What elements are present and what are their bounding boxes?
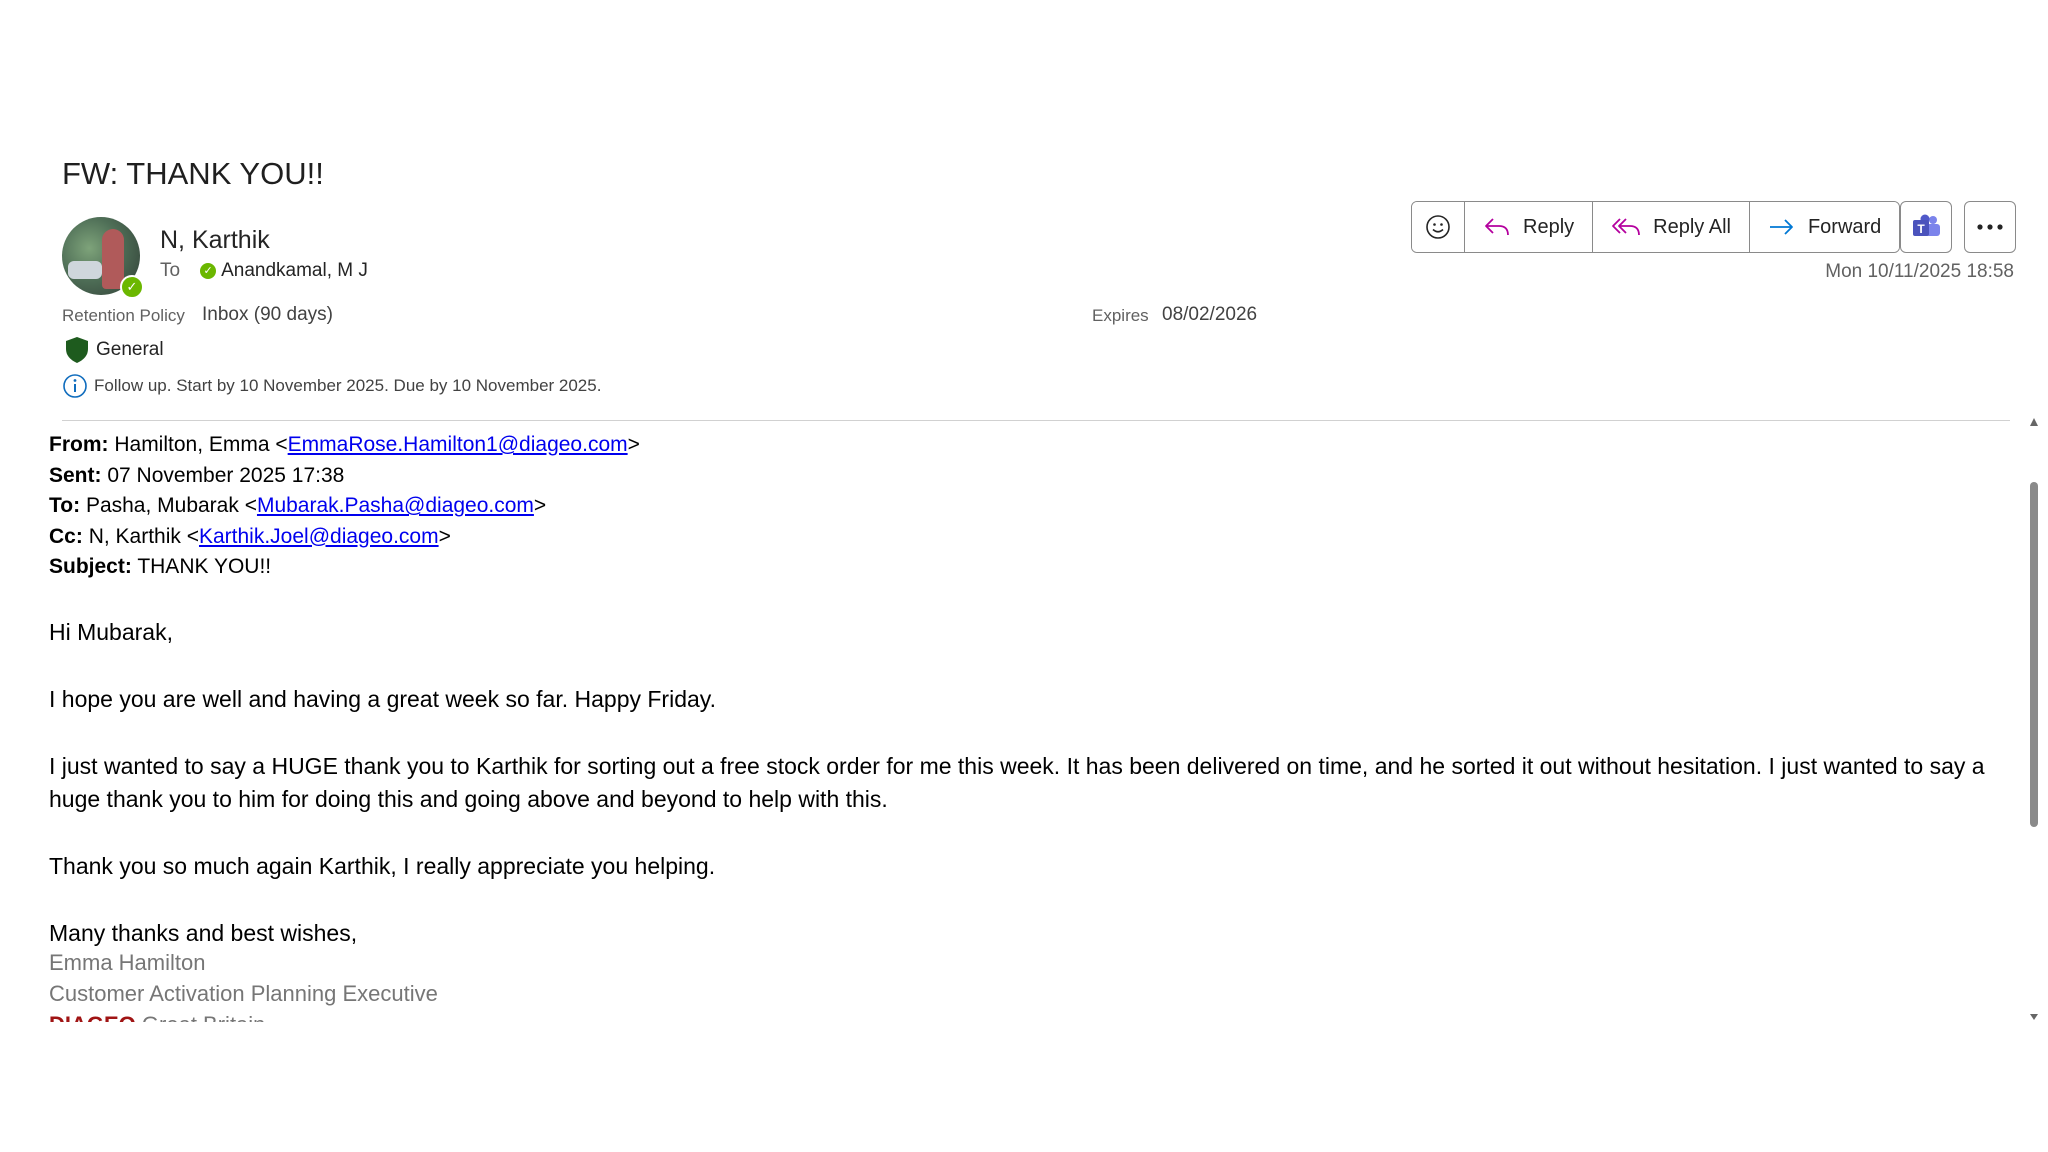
teams-share-button[interactable]: T — [1900, 201, 1952, 253]
message-subject: FW: THANK YOU!! — [62, 156, 324, 191]
retention-policy-value: Inbox (90 days) — [202, 304, 333, 325]
sent-value: 07 November 2025 17:38 — [107, 463, 345, 487]
forwarded-from: From: Hamilton, Emma <EmmaRose.Hamilton1… — [49, 430, 640, 461]
to-label: To — [160, 260, 181, 281]
forwarded-subject: Subject: THANK YOU!! — [49, 552, 640, 583]
retention-policy-label: Retention Policy — [62, 306, 185, 325]
from-name: Hamilton, Emma < — [114, 433, 288, 456]
forwarded-header: From: Hamilton, Emma <EmmaRose.Hamilton1… — [49, 430, 640, 583]
reply-label: Reply — [1523, 215, 1575, 238]
expires-label: Expires — [1092, 306, 1149, 325]
teams-icon: T — [1913, 214, 1940, 236]
to-close-bracket: > — [533, 494, 547, 517]
info-icon — [63, 374, 87, 398]
smiley-icon — [1426, 215, 1450, 239]
avatar-photo-car — [68, 261, 102, 279]
header-divider — [62, 420, 2010, 421]
forwarded-sent: Sent: 07 November 2025 17:38 — [49, 461, 640, 492]
reply-icon — [1485, 218, 1509, 236]
recipients-row: To ✓ Anandkamal, M J — [160, 260, 368, 282]
scrollbar-thumb[interactable] — [2030, 482, 2038, 827]
follow-up-text: Follow up. Start by 10 November 2025. Du… — [94, 376, 602, 395]
reply-all-button[interactable]: Reply All — [1593, 202, 1750, 252]
cc-label: Cc: — [49, 524, 83, 548]
message-body: From: Hamilton, Emma <EmmaRose.Hamilton1… — [49, 430, 2019, 1022]
message-actions-toolbar: Reply Reply All Forward — [1411, 201, 1901, 253]
from-label: From: — [49, 433, 109, 456]
sensitivity-label[interactable]: General — [64, 336, 164, 364]
forward-button[interactable]: Forward — [1749, 202, 1900, 252]
paragraph-1: I hope you are well and having a great w… — [49, 686, 716, 712]
paragraph-3: Thank you so much again Karthik, I reall… — [49, 853, 716, 879]
company-logo-text: DIAGEO — [49, 1012, 136, 1022]
sender-name[interactable]: N, Karthik — [160, 226, 270, 255]
signature-title: Customer Activation Planning Executive — [49, 981, 438, 1006]
to-field-label: To: — [49, 494, 81, 517]
sensitivity-text: General — [96, 339, 164, 360]
message-date: Mon 10/11/2025 18:58 — [1825, 261, 2014, 282]
sent-label: Sent: — [49, 463, 102, 487]
reply-button[interactable]: Reply — [1465, 202, 1594, 252]
to-name: Pasha, Mubarak < — [85, 494, 257, 517]
reply-all-label: Reply All — [1653, 215, 1731, 238]
recipient-name[interactable]: Anandkamal, M J — [221, 260, 368, 282]
follow-up-flag: Follow up. Start by 10 November 2025. Du… — [62, 373, 601, 399]
more-icon — [1977, 224, 2003, 230]
cc-name: N, Karthik < — [88, 524, 199, 548]
greeting: Hi Mubarak, — [49, 619, 173, 645]
subject-value: THANK YOU!! — [137, 555, 272, 578]
cc-close-bracket: > — [438, 524, 451, 548]
signature-region: Great Britain — [142, 1012, 266, 1022]
forwarded-cc: Cc: N, Karthik <Karthik.Joel@diageo.com> — [49, 522, 640, 553]
cc-email-link[interactable]: Karthik.Joel@diageo.com — [199, 525, 439, 548]
scroll-down-arrow-icon[interactable] — [2030, 1014, 2038, 1020]
scroll-up-arrow-icon[interactable] — [2030, 418, 2038, 426]
presence-available-icon: ✓ — [120, 275, 144, 299]
forward-icon — [1769, 219, 1793, 235]
svg-text:T: T — [1917, 222, 1925, 236]
from-close-bracket: > — [627, 433, 640, 456]
paragraph-2: I just wanted to say a HUGE thank you to… — [49, 753, 1985, 812]
reply-all-icon — [1612, 218, 1641, 236]
recipient-presence-icon: ✓ — [200, 263, 217, 279]
shield-icon — [66, 337, 88, 363]
more-actions-button[interactable] — [1964, 201, 2016, 253]
from-email-link[interactable]: EmmaRose.Hamilton1@diageo.com — [288, 433, 628, 456]
to-email-link[interactable]: Mubarak.Pasha@diageo.com — [257, 494, 534, 517]
closing-line: Many thanks and best wishes, — [49, 920, 358, 946]
expires-value: 08/02/2026 — [1162, 304, 1258, 325]
reactions-button[interactable] — [1412, 202, 1465, 252]
subject-label: Subject: — [49, 555, 132, 578]
signature-name: Emma Hamilton — [49, 950, 206, 975]
signature-company: DIAGEO Great Britain — [49, 1012, 265, 1022]
forward-label: Forward — [1807, 215, 1882, 238]
forwarded-to: To: Pasha, Mubarak <Mubarak.Pasha@diageo… — [49, 491, 640, 522]
